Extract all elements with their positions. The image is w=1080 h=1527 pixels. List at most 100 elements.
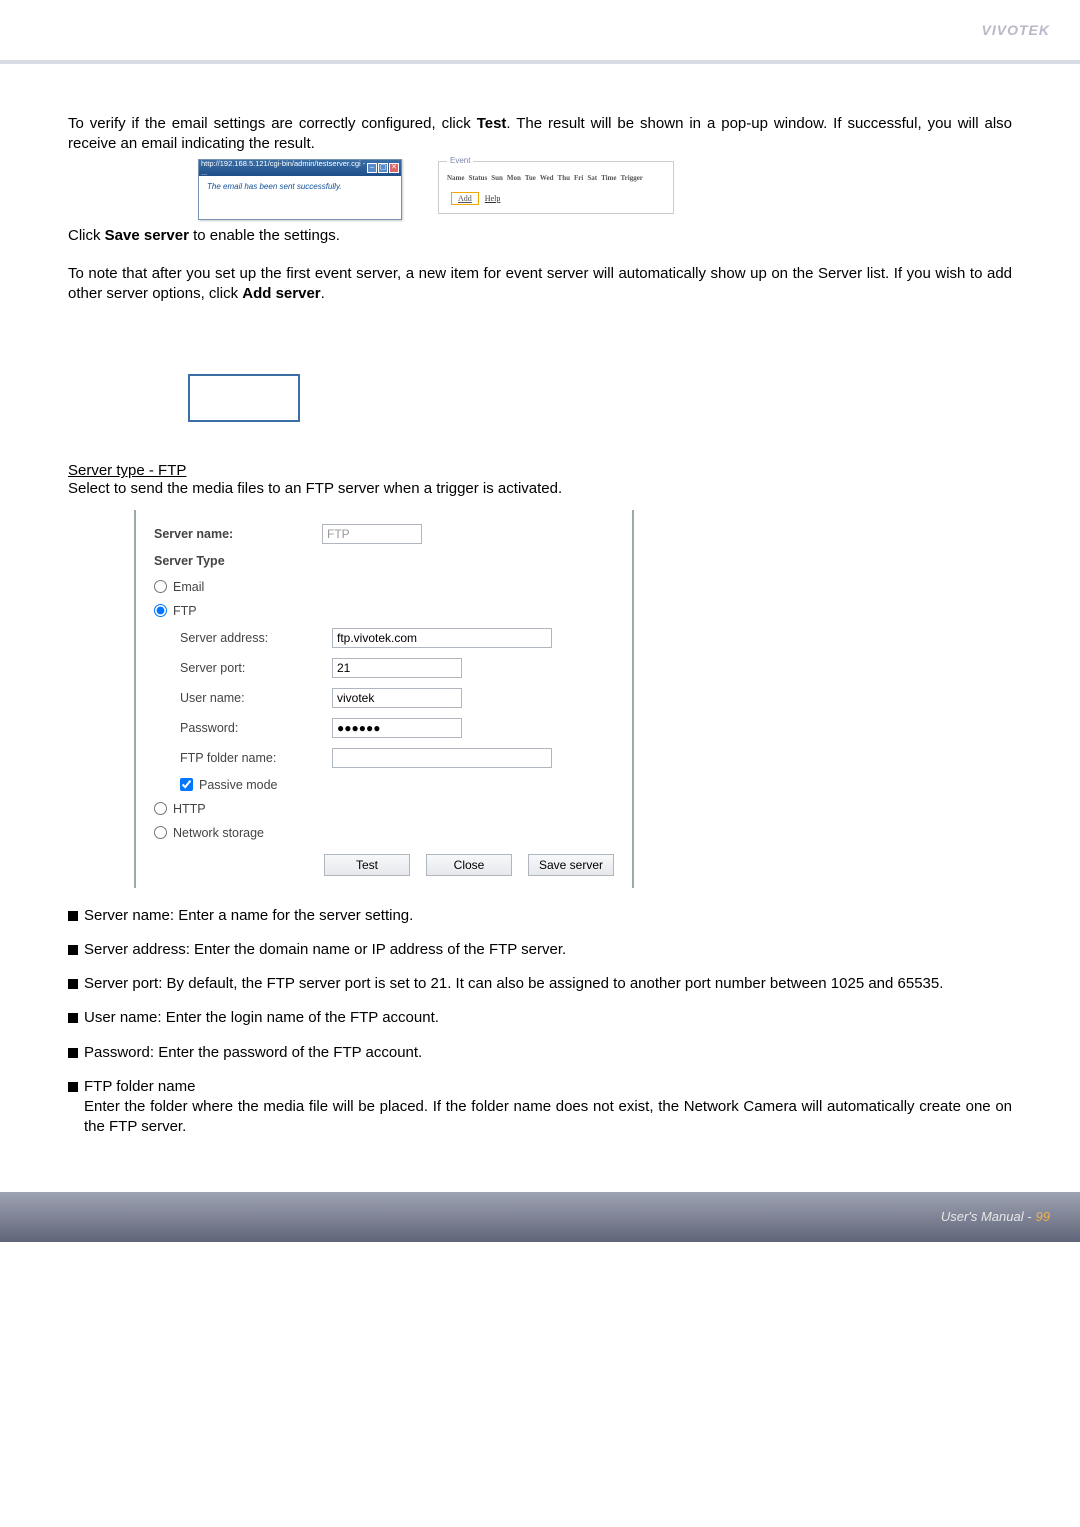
page-content: To verify if the email settings are corr… <box>0 64 1080 1192</box>
http-radio-label: HTTP <box>173 802 206 816</box>
test-word: Test <box>477 115 507 132</box>
form-buttons-row: Test Close Save server <box>324 854 614 876</box>
server-address-label: Server address: <box>180 631 332 645</box>
password-row: Password: <box>180 718 614 738</box>
ftp-fields: Server address: Server port: User name: … <box>180 628 614 792</box>
help-link[interactable]: Help <box>485 194 501 203</box>
col-status: Status <box>469 174 488 182</box>
bullet-icon <box>68 945 78 955</box>
netstorage-radio[interactable] <box>154 826 167 839</box>
col-thu: Thu <box>558 174 570 182</box>
bullet-list: Server name: Enter a name for the server… <box>68 906 1012 1138</box>
close-icon: ✕ <box>389 163 399 173</box>
event-footer: Add Help <box>451 192 667 205</box>
email-radio-label: Email <box>173 580 204 594</box>
test-button[interactable]: Test <box>324 854 410 876</box>
password-label: Password: <box>180 721 332 735</box>
col-wed: Wed <box>540 174 554 182</box>
bullet-text: Password: Enter the password of the FTP … <box>84 1043 1012 1063</box>
event-column-headers: Name Status Sun Mon Tue Wed Thu Fri Sat … <box>447 174 667 182</box>
user-name-label: User name: <box>180 691 332 705</box>
server-name-label: Server name: <box>154 527 322 541</box>
server-port-label: Server port: <box>180 661 332 675</box>
password-input[interactable] <box>332 718 462 738</box>
popup-body-text: The email has been sent successfully. <box>199 176 401 219</box>
bullet-server-address: Server address: Enter the domain name or… <box>68 940 1012 960</box>
bullet-ftp-folder: FTP folder name Enter the folder where t… <box>68 1077 1012 1138</box>
bullet-icon <box>68 1013 78 1023</box>
window-buttons: – ▢ ✕ <box>367 163 399 173</box>
user-name-row: User name: <box>180 688 614 708</box>
netstorage-radio-row: Network storage <box>154 826 614 840</box>
minimize-icon: – <box>367 163 377 173</box>
header-bar: VIVOTEK <box>0 0 1080 60</box>
popup-url: http://192.168.5.121/cgi-bin/admin/tests… <box>201 159 367 177</box>
server-address-row: Server address: <box>180 628 614 648</box>
brand-label: VIVOTEK <box>982 22 1050 38</box>
paragraph-verify: To verify if the email settings are corr… <box>68 114 1012 155</box>
ftp-folder-row: FTP folder name: <box>180 748 614 768</box>
col-trigger: Trigger <box>621 174 643 182</box>
bullet-icon <box>68 979 78 989</box>
user-name-input[interactable] <box>332 688 462 708</box>
bullet-icon <box>68 1082 78 1092</box>
server-port-row: Server port: <box>180 658 614 678</box>
bullet-icon <box>68 911 78 921</box>
illustration-row: http://192.168.5.121/cgi-bin/admin/tests… <box>198 159 1012 220</box>
http-radio[interactable] <box>154 802 167 815</box>
text: To verify if the email settings are corr… <box>68 115 477 132</box>
event-panel-illustration: Event Name Status Sun Mon Tue Wed Thu Fr… <box>438 161 674 214</box>
passive-mode-checkbox[interactable] <box>180 778 193 791</box>
close-button[interactable]: Close <box>426 854 512 876</box>
col-sun: Sun <box>491 174 503 182</box>
passive-mode-label: Passive mode <box>199 778 278 792</box>
section-heading-ftp: Server type - FTP <box>68 462 1012 479</box>
text: to enable the settings. <box>189 227 340 244</box>
text: Click <box>68 227 105 244</box>
server-type-ftp-heading: Server type - FTP <box>68 462 186 479</box>
bullet-text: Server name: Enter a name for the server… <box>84 906 1012 926</box>
event-legend: Event <box>447 156 473 165</box>
server-port-input[interactable] <box>332 658 462 678</box>
col-time: Time <box>601 174 616 182</box>
text: To note that after you set up the first … <box>68 265 1012 302</box>
col-fri: Fri <box>574 174 583 182</box>
http-radio-row: HTTP <box>154 802 614 816</box>
bullet-text: Server port: By default, the FTP server … <box>84 974 1012 994</box>
bullet-head: FTP folder name <box>84 1078 195 1095</box>
bullet-server-name: Server name: Enter a name for the server… <box>68 906 1012 926</box>
col-mon: Mon <box>507 174 521 182</box>
server-address-input[interactable] <box>332 628 552 648</box>
ftp-radio-row: FTP <box>154 604 614 618</box>
paragraph-save: Click Save server to enable the settings… <box>68 226 1012 246</box>
server-name-input[interactable] <box>322 524 422 544</box>
ftp-description: Select to send the media files to an FTP… <box>68 479 1012 499</box>
col-tue: Tue <box>525 174 536 182</box>
bullet-user-name: User name: Enter the login name of the F… <box>68 1008 1012 1028</box>
bullet-text: User name: Enter the login name of the F… <box>84 1008 1012 1028</box>
bullet-text: Server address: Enter the domain name or… <box>84 940 1012 960</box>
server-name-row: Server name: <box>154 524 614 544</box>
netstorage-radio-label: Network storage <box>173 826 264 840</box>
popup-titlebar: http://192.168.5.121/cgi-bin/admin/tests… <box>199 160 401 176</box>
ftp-radio-label: FTP <box>173 604 197 618</box>
save-server-button[interactable]: Save server <box>528 854 614 876</box>
passive-mode-row: Passive mode <box>180 778 614 792</box>
add-server-word: Add server <box>242 285 320 302</box>
email-radio-row: Email <box>154 580 614 594</box>
email-radio[interactable] <box>154 580 167 593</box>
bullet-icon <box>68 1048 78 1058</box>
footer-bar: User's Manual - 99 <box>0 1192 1080 1242</box>
add-button[interactable]: Add <box>451 192 479 205</box>
footer-label: User's Manual - <box>941 1209 1032 1224</box>
maximize-icon: ▢ <box>378 163 388 173</box>
bullet-password: Password: Enter the password of the FTP … <box>68 1043 1012 1063</box>
save-server-word: Save server <box>105 227 189 244</box>
paragraph-addserver: To note that after you set up the first … <box>68 264 1012 305</box>
bullet-server-port: Server port: By default, the FTP server … <box>68 974 1012 994</box>
ftp-radio[interactable] <box>154 604 167 617</box>
col-name: Name <box>447 174 465 182</box>
popup-window-illustration: http://192.168.5.121/cgi-bin/admin/tests… <box>198 159 402 220</box>
page-number: 99 <box>1036 1209 1050 1224</box>
ftp-folder-input[interactable] <box>332 748 552 768</box>
